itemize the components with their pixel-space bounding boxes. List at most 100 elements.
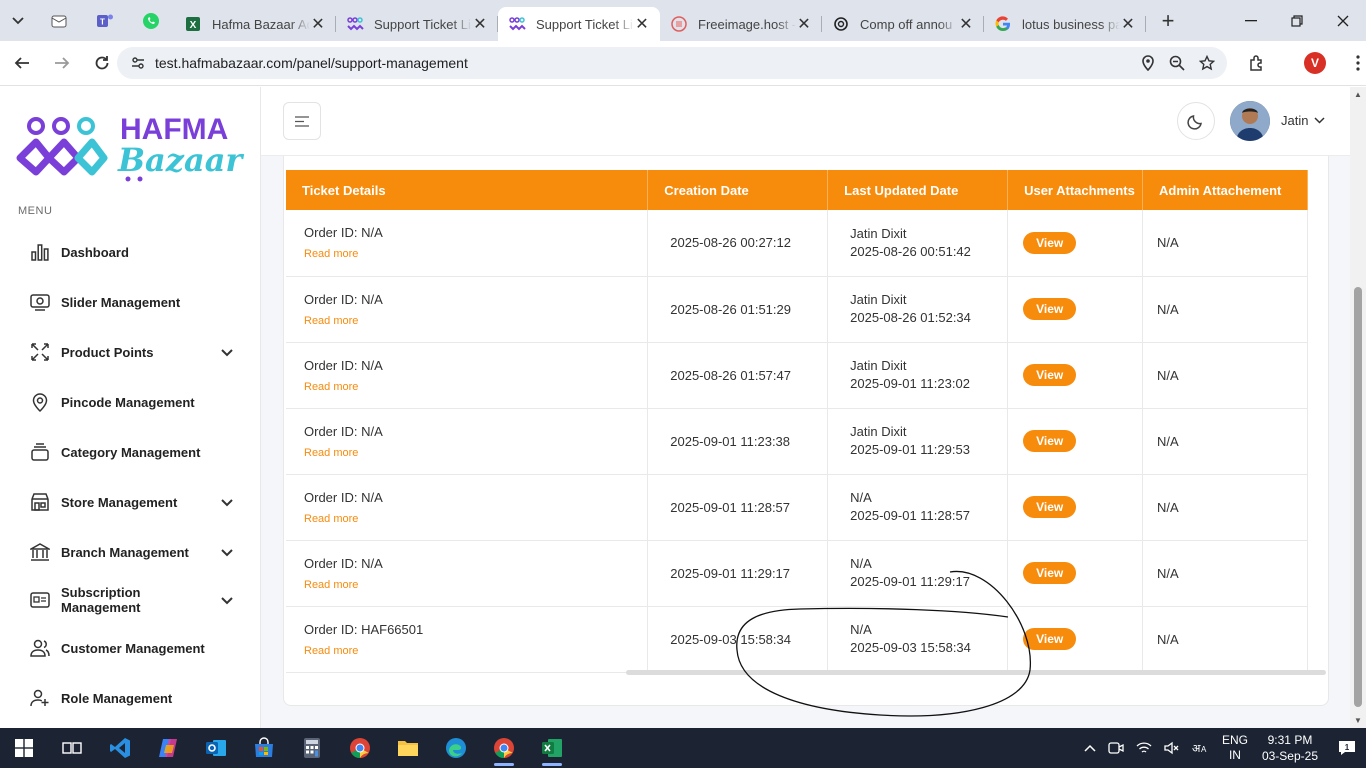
- taskbar-clock[interactable]: 9:31 PM 03-Sep-25: [1262, 732, 1318, 764]
- new-tab-button[interactable]: +: [1150, 8, 1186, 34]
- notification-icon[interactable]: 1: [1338, 740, 1356, 756]
- sidebar-item-dashboard[interactable]: Dashboard: [0, 227, 260, 277]
- extensions-icon[interactable]: [1248, 54, 1266, 72]
- close-window-button[interactable]: [1320, 0, 1366, 41]
- user-avatar[interactable]: [1230, 101, 1270, 141]
- volume-muted-icon[interactable]: [1164, 741, 1180, 755]
- sidebar-item-subscription[interactable]: Subscription Management: [0, 577, 260, 623]
- scroll-up-icon[interactable]: ▲: [1354, 90, 1362, 99]
- page-scrollbar[interactable]: ▲ ▼: [1350, 87, 1366, 728]
- pinned-tab-teams[interactable]: T: [82, 0, 128, 41]
- back-button[interactable]: [4, 45, 40, 81]
- taskbar-edge[interactable]: [432, 728, 480, 768]
- scroll-down-icon[interactable]: ▼: [1354, 716, 1362, 725]
- start-button[interactable]: [0, 728, 48, 768]
- meet-now-icon[interactable]: [1108, 741, 1124, 755]
- sidebar-item-role[interactable]: Role Management: [0, 673, 260, 723]
- browser-tab[interactable]: Freeimage.host - ✕: [660, 7, 822, 41]
- close-tab-icon[interactable]: ✕: [1120, 14, 1136, 34]
- read-more-link[interactable]: Read more: [304, 513, 358, 525]
- forward-button[interactable]: [44, 45, 80, 81]
- url-text[interactable]: test.hafmabazaar.com/panel/support-manag…: [155, 55, 1141, 71]
- sidebar-item-pincode[interactable]: Pincode Management: [0, 377, 260, 427]
- address-bar[interactable]: test.hafmabazaar.com/panel/support-manag…: [117, 47, 1227, 79]
- view-attachment-button[interactable]: View: [1023, 231, 1077, 254]
- view-attachment-button[interactable]: View: [1023, 496, 1077, 518]
- browser-tab[interactable]: X Hafma Bazaar Ad ✕: [174, 7, 336, 41]
- column-header[interactable]: Ticket Details: [286, 170, 649, 210]
- taskbar-chrome[interactable]: [336, 728, 384, 768]
- order-id: Order ID: N/A: [304, 555, 383, 571]
- taskbar-outlook[interactable]: [192, 728, 240, 768]
- chevron-up-icon[interactable]: [1084, 744, 1096, 752]
- wifi-icon[interactable]: [1136, 741, 1152, 755]
- horizontal-scrollbar[interactable]: [626, 670, 1326, 675]
- profile-avatar[interactable]: V: [1304, 52, 1326, 74]
- column-header[interactable]: Last Updated Date: [827, 170, 1009, 210]
- brand-logo[interactable]: HAFMA Bazaar: [16, 113, 246, 183]
- location-icon[interactable]: [1141, 55, 1155, 71]
- view-attachment-button[interactable]: View: [1023, 430, 1077, 452]
- user-menu[interactable]: Jatin: [1281, 113, 1325, 128]
- read-more-link[interactable]: Read more: [304, 447, 358, 459]
- read-more-link[interactable]: Read more: [304, 381, 358, 393]
- chevron-down-icon[interactable]: [221, 593, 233, 608]
- taskbar-vscode[interactable]: [96, 728, 144, 768]
- table-row: Order ID: N/A Read more 2025-09-01 11:29:…: [286, 540, 1308, 607]
- browser-tab-active[interactable]: Support Ticket Li ✕: [498, 7, 660, 41]
- sidebar-toggle-button[interactable]: [283, 102, 321, 140]
- read-more-link[interactable]: Read more: [304, 315, 358, 327]
- chevron-down-icon[interactable]: [221, 545, 233, 560]
- ime-icon[interactable]: अA: [1192, 741, 1208, 755]
- view-attachment-button[interactable]: View: [1023, 298, 1077, 320]
- chevron-down-icon[interactable]: [221, 345, 233, 360]
- zoom-icon[interactable]: [1169, 55, 1185, 71]
- site-settings-icon[interactable]: [121, 55, 155, 71]
- read-more-link[interactable]: Read more: [304, 645, 358, 657]
- language-indicator[interactable]: ENG IN: [1222, 733, 1248, 763]
- sidebar-item-product-points[interactable]: Product Points: [0, 327, 260, 377]
- taskbar-store[interactable]: [240, 728, 288, 768]
- view-attachment-button[interactable]: View: [1023, 364, 1077, 386]
- read-more-link[interactable]: Read more: [304, 248, 358, 260]
- taskbar-chrome-active[interactable]: [480, 728, 528, 768]
- sidebar-item-store[interactable]: Store Management: [0, 477, 260, 527]
- whatsapp-icon: [143, 12, 159, 29]
- close-tab-icon[interactable]: ✕: [472, 14, 488, 34]
- taskbar-excel[interactable]: [528, 728, 576, 768]
- column-header[interactable]: User Attachments: [1007, 170, 1144, 210]
- sidebar-item-category[interactable]: Category Management: [0, 427, 260, 477]
- taskbar-copilot[interactable]: [144, 728, 192, 768]
- read-more-link[interactable]: Read more: [304, 579, 358, 591]
- tab-search-button[interactable]: [0, 0, 36, 41]
- task-view-button[interactable]: [48, 728, 96, 768]
- reload-button[interactable]: [84, 45, 120, 81]
- sidebar-item-slider[interactable]: Slider Management: [0, 277, 260, 327]
- sidebar-item-label: Role Management: [61, 690, 173, 706]
- chevron-down-icon[interactable]: [221, 495, 233, 510]
- close-tab-icon[interactable]: ✕: [310, 14, 326, 34]
- pinned-tab-whatsapp[interactable]: [128, 0, 174, 41]
- close-tab-icon[interactable]: ✕: [958, 14, 974, 34]
- bookmark-star-icon[interactable]: [1199, 55, 1215, 71]
- theme-toggle-button[interactable]: [1177, 102, 1215, 140]
- taskbar-calculator[interactable]: [288, 728, 336, 768]
- sidebar-item-branch[interactable]: Branch Management: [0, 527, 260, 577]
- kebab-menu-icon[interactable]: [1356, 55, 1360, 71]
- close-tab-icon[interactable]: ✕: [796, 14, 812, 34]
- browser-tab[interactable]: Support Ticket Li ✕: [336, 7, 498, 41]
- column-header[interactable]: Admin Attachement: [1142, 170, 1308, 210]
- table-scroll-area[interactable]: Ticket Details Creation Date Last Update…: [286, 170, 1308, 674]
- view-attachment-button[interactable]: View: [1023, 628, 1077, 650]
- column-header[interactable]: Creation Date: [647, 170, 829, 210]
- pinned-tab-mail[interactable]: [36, 0, 82, 41]
- sidebar-item-customer[interactable]: Customer Management: [0, 623, 260, 673]
- taskbar-file-explorer[interactable]: [384, 728, 432, 768]
- close-tab-icon[interactable]: ✕: [634, 14, 650, 34]
- browser-tab[interactable]: Comp off annou ✕: [822, 7, 984, 41]
- browser-tab[interactable]: lotus business pa ✕: [984, 7, 1146, 41]
- minimize-button[interactable]: [1228, 0, 1274, 41]
- scrollbar-thumb[interactable]: [1354, 287, 1362, 707]
- restore-button[interactable]: [1274, 0, 1320, 41]
- view-attachment-button[interactable]: View: [1023, 562, 1077, 584]
